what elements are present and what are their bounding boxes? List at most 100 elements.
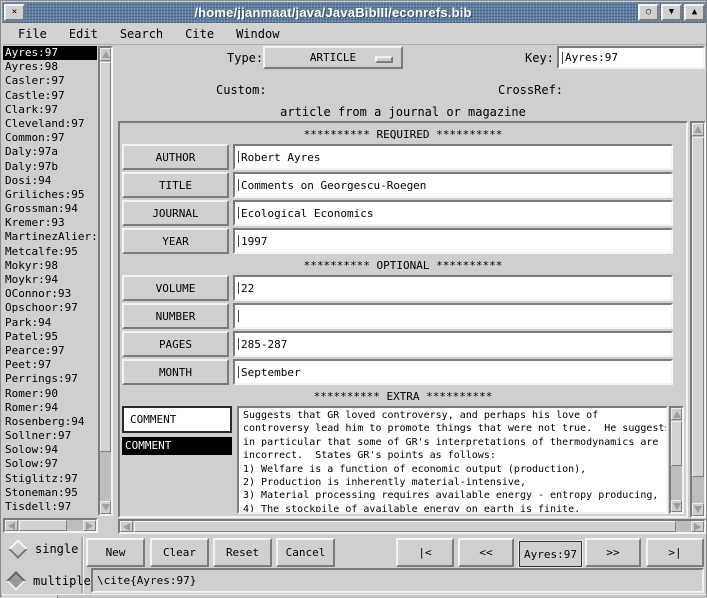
list-item[interactable]: Stiglitz:97 <box>3 472 97 486</box>
title-input[interactable] <box>233 172 673 198</box>
author-input[interactable] <box>233 144 673 170</box>
list-item[interactable]: Tisdell:97 <box>3 500 97 514</box>
scrollbar-thumb[interactable] <box>134 521 676 532</box>
list-item[interactable]: Daly:97a <box>3 145 97 159</box>
year-input[interactable] <box>233 228 673 254</box>
nav-first-button[interactable]: |< <box>396 538 454 567</box>
type-dropdown[interactable]: ARTICLE <box>263 46 403 69</box>
extra-field-name-input[interactable] <box>122 406 232 433</box>
menu-window[interactable]: Window <box>228 25 287 43</box>
list-item[interactable]: Romer:90 <box>3 387 97 401</box>
list-item[interactable]: Moykr:94 <box>3 273 97 287</box>
pages-input[interactable] <box>233 331 673 357</box>
arrow-down-icon <box>694 506 702 513</box>
scroll-down-button[interactable] <box>671 500 682 512</box>
comment-textarea[interactable]: Suggests that GR loved controversy, and … <box>237 406 668 514</box>
list-item[interactable]: Ayres:97 <box>3 46 97 60</box>
list-item[interactable]: Griliches:95 <box>3 188 97 202</box>
list-item[interactable]: Rosenberg:94 <box>3 415 97 429</box>
list-item[interactable]: Metcalfe:95 <box>3 245 97 259</box>
list-item[interactable]: Opschoor:97 <box>3 301 97 315</box>
list-item[interactable]: Romer:94 <box>3 401 97 415</box>
mode-multiple-radio[interactable]: multiple <box>9 574 91 588</box>
shade-button[interactable]: ○ <box>638 4 659 21</box>
number-field-button[interactable]: NUMBER <box>122 303 229 329</box>
new-button[interactable]: New <box>86 538 145 567</box>
author-field-button[interactable]: AUTHOR <box>122 144 229 170</box>
sidebar-horizontal-scrollbar[interactable] <box>3 518 98 533</box>
scrollbar-thumb[interactable] <box>692 137 704 477</box>
key-input[interactable] <box>557 46 705 69</box>
window-bottom-bar <box>2 594 706 598</box>
volume-field-button[interactable]: VOLUME <box>122 275 229 301</box>
list-item[interactable]: Pearce:97 <box>3 344 97 358</box>
list-item[interactable]: Solow:97 <box>3 457 97 471</box>
mode-single-radio[interactable]: single <box>11 542 78 556</box>
menu-file[interactable]: File <box>10 25 55 43</box>
journal-input[interactable] <box>233 200 673 226</box>
comment-scrollbar[interactable] <box>669 406 684 514</box>
list-item[interactable]: Clark:97 <box>3 103 97 117</box>
scroll-up-button[interactable] <box>671 408 682 420</box>
sidebar-vertical-scrollbar[interactable] <box>98 46 113 516</box>
window-title: /home/jjanmaat/java/JavaBibIII/econrefs.… <box>29 5 637 20</box>
form-vertical-scrollbar[interactable] <box>690 121 706 518</box>
current-key-box[interactable]: Ayres:97 <box>519 541 582 567</box>
scroll-right-button[interactable] <box>83 520 96 531</box>
list-item[interactable]: Mokyr:98 <box>3 259 97 273</box>
list-item[interactable]: Dosi:94 <box>3 174 97 188</box>
scroll-down-button[interactable] <box>692 503 704 516</box>
list-item[interactable]: Perrings:97 <box>3 372 97 386</box>
key-label: Key: <box>525 51 554 65</box>
list-item[interactable]: Solow:94 <box>3 443 97 457</box>
form-horizontal-scrollbar[interactable] <box>118 519 706 534</box>
nav-next-button[interactable]: >> <box>585 538 641 567</box>
clear-button[interactable]: Clear <box>150 538 209 567</box>
pages-field-button[interactable]: PAGES <box>122 331 229 357</box>
menu-cite[interactable]: Cite <box>177 25 222 43</box>
list-item[interactable]: Kremer:93 <box>3 216 97 230</box>
month-input[interactable] <box>233 359 673 385</box>
scroll-left-button[interactable] <box>120 521 133 532</box>
scrollbar-thumb[interactable] <box>19 520 67 531</box>
reset-button[interactable]: Reset <box>213 538 272 567</box>
list-item[interactable]: Patel:95 <box>3 330 97 344</box>
list-item[interactable]: Peet:97 <box>3 358 97 372</box>
nav-prev-button[interactable]: << <box>458 538 514 567</box>
cancel-button[interactable]: Cancel <box>276 538 335 567</box>
title-field-button[interactable]: TITLE <box>122 172 229 198</box>
scrollbar-thumb[interactable] <box>100 62 111 452</box>
scroll-down-button[interactable] <box>100 501 111 514</box>
list-item[interactable]: Common:97 <box>3 131 97 145</box>
list-item[interactable]: Stoneman:95 <box>3 486 97 500</box>
list-item[interactable]: MartinezAlier:97 <box>3 230 97 244</box>
list-item[interactable]: OConnor:93 <box>3 287 97 301</box>
volume-input[interactable] <box>233 275 673 301</box>
list-item[interactable]: Daly:97b <box>3 160 97 174</box>
month-field-button[interactable]: MONTH <box>122 359 229 385</box>
extra-field-list-item[interactable]: COMMENT <box>122 437 232 455</box>
nav-last-button[interactable]: >| <box>646 538 704 567</box>
journal-field-button[interactable]: JOURNAL <box>122 200 229 226</box>
number-input[interactable] <box>233 303 673 329</box>
maximize-button[interactable]: ▲ <box>684 4 705 21</box>
scroll-up-button[interactable] <box>692 123 704 136</box>
scrollbar-thumb[interactable] <box>671 421 682 466</box>
scroll-right-button[interactable] <box>691 521 704 532</box>
cite-command-input[interactable] <box>91 568 704 593</box>
list-item[interactable]: Sollner:97 <box>3 429 97 443</box>
scroll-left-button[interactable] <box>5 520 18 531</box>
year-field-button[interactable]: YEAR <box>122 228 229 254</box>
titlebar[interactable]: ✕ /home/jjanmaat/java/JavaBibIII/econref… <box>2 2 706 23</box>
menu-search[interactable]: Search <box>112 25 171 43</box>
menu-edit[interactable]: Edit <box>61 25 106 43</box>
list-item[interactable]: Cleveland:97 <box>3 117 97 131</box>
list-item[interactable]: Ayres:98 <box>3 60 97 74</box>
list-item[interactable]: Grossman:94 <box>3 202 97 216</box>
list-item[interactable]: Casler:97 <box>3 74 97 88</box>
scroll-up-button[interactable] <box>100 48 111 61</box>
close-button[interactable]: ✕ <box>4 4 25 21</box>
list-item[interactable]: Park:94 <box>3 316 97 330</box>
lower-button[interactable]: ▼ <box>661 4 682 21</box>
list-item[interactable]: Castle:97 <box>3 89 97 103</box>
